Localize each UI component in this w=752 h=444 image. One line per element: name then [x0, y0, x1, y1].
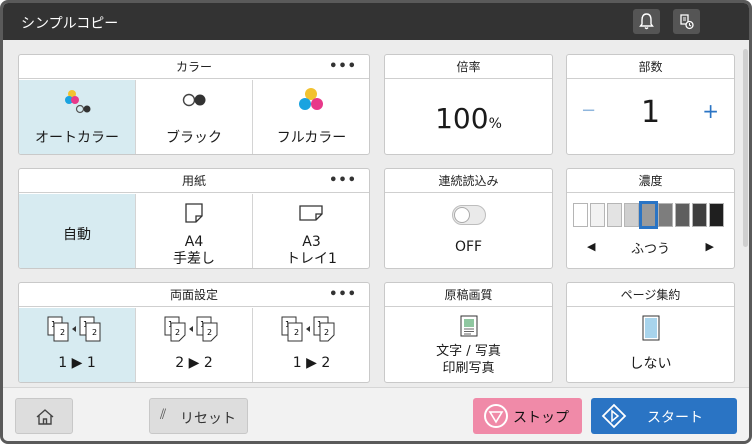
density-level-cell[interactable]	[675, 203, 690, 227]
color-option-auto[interactable]: オートカラー	[19, 80, 136, 154]
duplex-option-1-1-label: 1 ▶ 1	[58, 355, 96, 371]
color-option-black-label: ブラック	[166, 130, 222, 146]
page-combine-heading: ページ集約	[567, 283, 734, 307]
density-panel: 濃度 ◀ ふつう ▶	[566, 168, 735, 269]
reset-icon: ⫽	[160, 407, 167, 423]
stop-icon	[484, 404, 508, 428]
paper-option-bypass[interactable]: A4 手差し	[136, 194, 253, 268]
zoom-unit: %	[488, 116, 502, 132]
copies-heading: 部数	[567, 55, 734, 79]
density-level-cell[interactable]	[590, 203, 605, 227]
continuous-scan-state: OFF	[454, 239, 483, 255]
start-label: スタート	[647, 410, 703, 426]
paper-more-button[interactable]: •••	[329, 169, 357, 193]
reset-label: リセット	[180, 411, 236, 427]
color-more-button[interactable]: •••	[329, 55, 357, 79]
duplex-option-2-2[interactable]: 1 2 1 2 2 ▶ 2	[136, 308, 253, 382]
page-combine-icon	[642, 315, 660, 341]
density-level-cell[interactable]	[639, 201, 658, 229]
duplex-more-button[interactable]: •••	[329, 283, 357, 307]
stop-label: ストップ	[513, 410, 569, 426]
density-level-cell[interactable]	[658, 203, 673, 227]
svg-text:2: 2	[324, 328, 329, 337]
text-photo-icon	[460, 315, 478, 337]
svg-text:2: 2	[60, 328, 65, 337]
continuous-scan-toggle[interactable]	[452, 205, 486, 225]
portrait-paper-icon	[185, 203, 203, 223]
zoom-panel[interactable]: 倍率 100%	[384, 54, 553, 155]
zoom-value: 100	[435, 102, 489, 135]
copy-screen: シンプルコピー カラー ••• オートカラー ブラック フルカラー 倍率 100…	[0, 0, 752, 444]
paper-option-auto-label: 自動	[63, 227, 91, 243]
simplex-to-duplex-icon: 1 2 1 2	[281, 316, 335, 342]
color-option-full-label: フルカラー	[276, 130, 347, 146]
svg-text:2: 2	[92, 328, 97, 337]
copies-panel: 部数 − 1 +	[566, 54, 735, 155]
notification-button[interactable]	[633, 9, 660, 34]
svg-text:2: 2	[207, 328, 212, 337]
duplex-option-1-1[interactable]: 1 2 1 2 1 ▶ 1	[19, 308, 136, 382]
stop-button[interactable]: ストップ	[473, 398, 582, 434]
original-quality-heading: 原稿画質	[385, 283, 552, 307]
color-heading: カラー •••	[19, 55, 369, 79]
screen-title: シンプルコピー	[21, 16, 119, 32]
color-option-full[interactable]: フルカラー	[253, 80, 369, 154]
paper-panel: 用紙 ••• 自動 A4 手差し A3 トレイ1	[18, 168, 370, 269]
original-quality-panel[interactable]: 原稿画質 文字 / 写真 印刷写真	[384, 282, 553, 383]
black-icon	[182, 93, 206, 107]
paper-option-bypass-size: A4	[184, 234, 204, 250]
bottom-bar: ⫽ リセット ストップ スタート	[3, 387, 749, 441]
job-status-button[interactable]	[673, 9, 700, 34]
density-level-cell[interactable]	[573, 203, 588, 227]
page-combine-panel[interactable]: ページ集約 しない	[566, 282, 735, 383]
paper-option-auto[interactable]: 自動	[19, 194, 136, 268]
page-combine-value: しない	[629, 356, 672, 372]
bell-icon	[639, 13, 654, 30]
full-color-icon	[299, 88, 323, 110]
start-button[interactable]: スタート	[591, 398, 737, 434]
svg-text:2: 2	[175, 328, 180, 337]
density-level-cell[interactable]	[624, 203, 639, 227]
duplex-option-1-2[interactable]: 1 2 1 2 1 ▶ 2	[253, 308, 369, 382]
job-status-icon	[680, 14, 694, 30]
duplex-panel: 両面設定 ••• 1 2 1 2 1 ▶ 1 1 2 1 2 2 ▶ 2	[18, 282, 370, 383]
color-option-auto-label: オートカラー	[35, 130, 119, 146]
home-icon	[36, 409, 54, 425]
duplex-option-2-2-label: 2 ▶ 2	[175, 355, 213, 371]
scrollbar[interactable]	[743, 49, 748, 247]
paper-option-tray1[interactable]: A3 トレイ1	[253, 194, 369, 268]
density-increase-button[interactable]: ▶	[706, 240, 714, 253]
toggle-knob	[454, 207, 470, 223]
paper-option-tray1-size: A3	[302, 234, 321, 250]
paper-heading: 用紙 •••	[19, 169, 369, 193]
paper-option-bypass-tray: 手差し	[173, 251, 215, 267]
density-heading: 濃度	[567, 169, 734, 193]
duplex-heading: 両面設定 •••	[19, 283, 369, 307]
density-level-cell[interactable]	[692, 203, 707, 227]
density-level-cell[interactable]	[709, 203, 724, 227]
duplex-to-duplex-icon: 1 2 1 2	[164, 316, 218, 342]
continuous-scan-heading: 連続読込み	[385, 169, 552, 193]
original-quality-line1: 文字 / 写真	[436, 344, 501, 359]
svg-text:2: 2	[294, 328, 299, 337]
color-option-black[interactable]: ブラック	[136, 80, 253, 154]
home-button[interactable]	[15, 398, 73, 434]
landscape-paper-icon	[299, 205, 323, 221]
duplex-option-1-2-label: 1 ▶ 2	[292, 355, 331, 371]
title-bar: シンプルコピー	[3, 3, 749, 40]
original-quality-line2: 印刷写真	[442, 361, 495, 376]
simplex-to-simplex-icon: 1 2 1 2	[47, 316, 101, 342]
copies-plus-button[interactable]: +	[702, 99, 719, 123]
auto-color-icon	[65, 90, 91, 114]
continuous-scan-panel[interactable]: 連続読込み OFF	[384, 168, 553, 269]
paper-option-tray1-tray: トレイ1	[286, 251, 337, 267]
zoom-display: 100%	[385, 80, 552, 154]
density-level-cell[interactable]	[607, 203, 622, 227]
zoom-heading: 倍率	[385, 55, 552, 79]
reset-button[interactable]: ⫽ リセット	[149, 398, 248, 434]
color-panel: カラー ••• オートカラー ブラック フルカラー	[18, 54, 370, 155]
start-icon	[601, 403, 627, 429]
